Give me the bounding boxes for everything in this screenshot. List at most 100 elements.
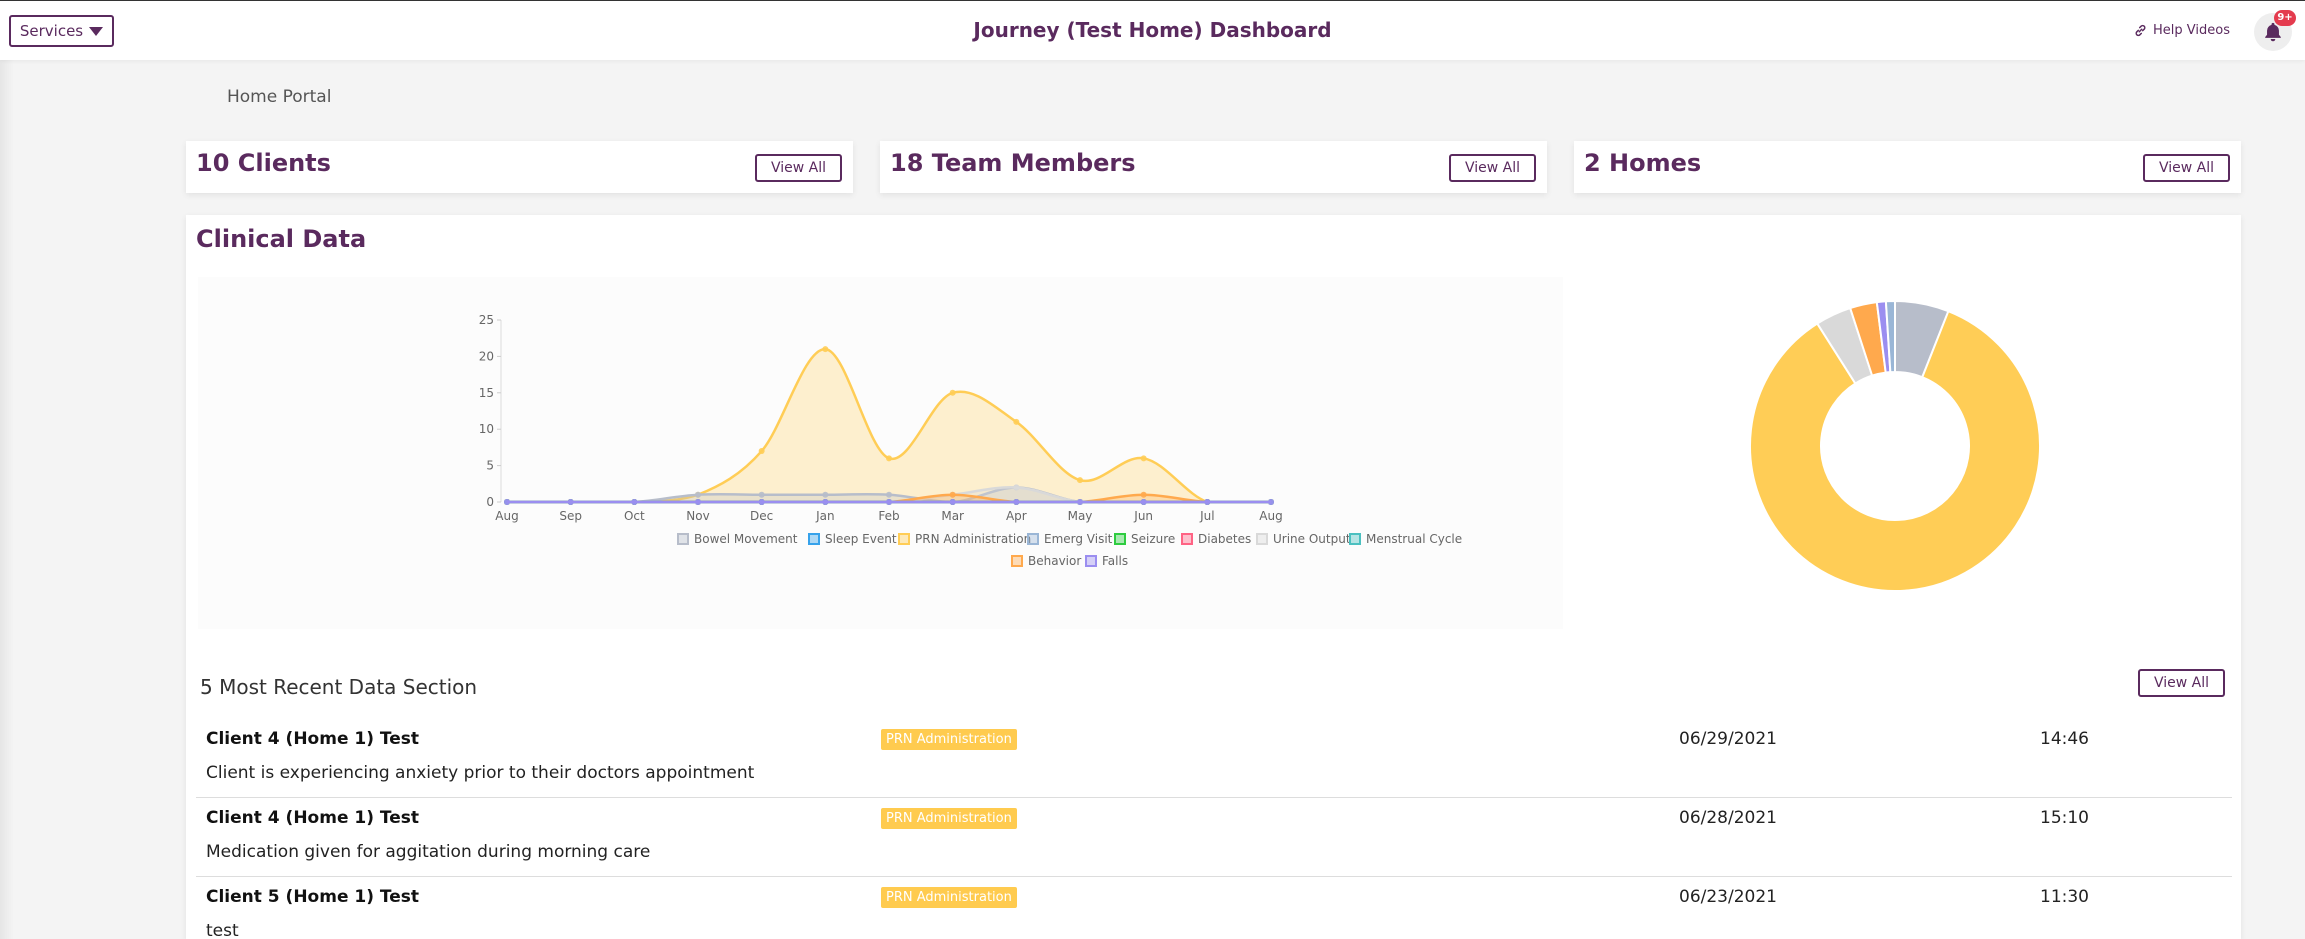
row-client-name: Client 4 (Home 1) Test xyxy=(206,729,420,749)
view-all-team-members-button[interactable]: View All xyxy=(1449,154,1536,182)
data-point xyxy=(631,499,638,505)
data-point xyxy=(886,491,892,498)
data-point xyxy=(949,491,956,498)
page-title: Journey (Test Home) Dashboard xyxy=(973,18,1332,42)
y-tick-label: 10 xyxy=(479,422,494,436)
homes-card: 2 Homes View All xyxy=(1574,141,2241,193)
legend-swatch xyxy=(1256,533,1268,545)
line-chart-panel: 0 5 10 15 20 25 Aug Sep Oct Nov Dec Jan Feb Mar Apr May… xyxy=(198,277,1563,629)
legend-label: Emerg Visit xyxy=(1044,532,1113,546)
x-tick-label: Oct xyxy=(624,509,645,523)
view-all-clients-button[interactable]: View All xyxy=(755,154,842,182)
row-category-tag: PRN Administration xyxy=(881,887,1017,908)
team-members-count: 18 Team Members xyxy=(890,149,1136,177)
table-row[interactable]: Client 4 (Home 1) Test Medication given … xyxy=(196,798,2232,877)
clinical-data-card: Clinical Data 0 5 10 15 20 25 Aug Sep Oct Nov Dec J… xyxy=(186,215,2241,939)
legend-swatch xyxy=(1027,533,1039,545)
x-tick-label: Apr xyxy=(1006,509,1027,523)
data-point xyxy=(695,491,701,498)
data-point xyxy=(1013,499,1020,505)
clinical-area-chart: 0 5 10 15 20 25 Aug Sep Oct Nov Dec Jan Feb Mar Apr May… xyxy=(479,313,1283,523)
legend-label: Falls xyxy=(1102,554,1129,568)
data-point xyxy=(886,499,892,505)
view-all-homes-button[interactable]: View All xyxy=(2143,154,2230,182)
row-time: 11:30 xyxy=(2040,887,2089,907)
help-videos-link[interactable]: Help Videos xyxy=(2134,23,2230,38)
row-category-tag: PRN Administration xyxy=(881,808,1017,829)
table-row[interactable]: Client 4 (Home 1) Test Client is experie… xyxy=(196,719,2232,798)
legend-swatch xyxy=(1349,533,1361,545)
y-tick-label: 25 xyxy=(479,313,494,327)
data-point xyxy=(822,491,829,498)
data-point xyxy=(1140,455,1147,462)
legend-item[interactable]: Urine Output xyxy=(1256,532,1351,546)
data-point xyxy=(822,346,829,353)
legend-item[interactable]: Falls xyxy=(1085,554,1128,568)
y-tick-label: 5 xyxy=(486,459,494,473)
row-time: 15:10 xyxy=(2040,808,2089,828)
legend-label: Seizure xyxy=(1131,532,1176,546)
row-note: Medication given for aggitation during m… xyxy=(206,842,651,862)
legend-label: Bowel Movement xyxy=(694,532,798,546)
x-tick-label: Aug xyxy=(495,509,518,523)
x-tick-label: Jul xyxy=(1199,509,1214,523)
legend-item[interactable]: Diabetes xyxy=(1181,532,1251,546)
legend-item[interactable]: Sleep Event xyxy=(808,532,897,546)
x-tick-label: Nov xyxy=(686,509,709,523)
legend-label: Urine Output xyxy=(1273,532,1351,546)
data-point xyxy=(822,499,829,505)
data-point xyxy=(504,499,510,505)
top-bar: Services Journey (Test Home) Dashboard H… xyxy=(0,0,2305,60)
data-point xyxy=(695,499,701,505)
legend-label: Sleep Event xyxy=(825,532,897,546)
data-point xyxy=(1268,499,1274,505)
data-point xyxy=(758,448,765,455)
data-point xyxy=(1204,499,1211,505)
row-client-name: Client 5 (Home 1) Test xyxy=(206,887,420,907)
row-date: 06/29/2021 xyxy=(1679,729,1777,749)
data-point xyxy=(758,491,765,498)
legend-swatch xyxy=(1114,533,1126,545)
series-area xyxy=(507,349,1271,502)
data-point xyxy=(1013,418,1020,425)
legend-label: Menstrual Cycle xyxy=(1366,532,1463,546)
data-point xyxy=(1077,499,1083,505)
x-tick-label: Jan xyxy=(815,509,835,523)
legend-swatch xyxy=(808,533,820,545)
left-edge-shadow xyxy=(0,60,14,939)
table-row[interactable]: Client 5 (Home 1) Test test PRN Administ… xyxy=(196,877,2232,939)
legend-item[interactable]: Behavior xyxy=(1011,554,1081,568)
legend-label: PRN Administration xyxy=(915,532,1032,546)
row-time: 14:46 xyxy=(2040,729,2089,749)
row-note: Client is experiencing anxiety prior to … xyxy=(206,763,755,783)
data-point xyxy=(758,499,765,505)
clinical-data-title: Clinical Data xyxy=(196,225,367,253)
legend-item[interactable]: Bowel Movement xyxy=(677,532,797,546)
x-tick-label: Jun xyxy=(1133,509,1153,523)
help-videos-label: Help Videos xyxy=(2153,23,2230,38)
breadcrumb: Home Portal xyxy=(227,87,332,107)
legend-item[interactable]: PRN Administration xyxy=(898,532,1031,546)
legend-item[interactable]: Menstrual Cycle xyxy=(1349,532,1462,546)
legend-item[interactable]: Emerg Visit xyxy=(1027,532,1112,546)
row-category-tag: PRN Administration xyxy=(881,729,1017,750)
y-tick-label: 20 xyxy=(479,349,494,363)
view-all-recent-button[interactable]: View All xyxy=(2138,669,2225,697)
legend-item[interactable]: Seizure xyxy=(1114,532,1175,546)
x-tick-label: Dec xyxy=(750,509,773,523)
x-tick-label: Mar xyxy=(941,509,964,523)
data-point xyxy=(886,455,892,462)
clinical-donut-chart xyxy=(1749,299,2041,592)
legend-swatch xyxy=(677,533,689,545)
data-point xyxy=(949,499,956,505)
legend-label: Diabetes xyxy=(1198,532,1252,546)
notification-badge: 9+ xyxy=(2274,10,2296,26)
data-point xyxy=(1140,491,1147,498)
data-point xyxy=(1013,484,1020,491)
data-point xyxy=(567,499,574,505)
recent-data-title: 5 Most Recent Data Section xyxy=(200,675,478,699)
data-point xyxy=(949,389,956,396)
clients-count: 10 Clients xyxy=(196,149,331,177)
y-tick-label: 15 xyxy=(479,386,494,400)
row-date: 06/23/2021 xyxy=(1679,887,1777,907)
